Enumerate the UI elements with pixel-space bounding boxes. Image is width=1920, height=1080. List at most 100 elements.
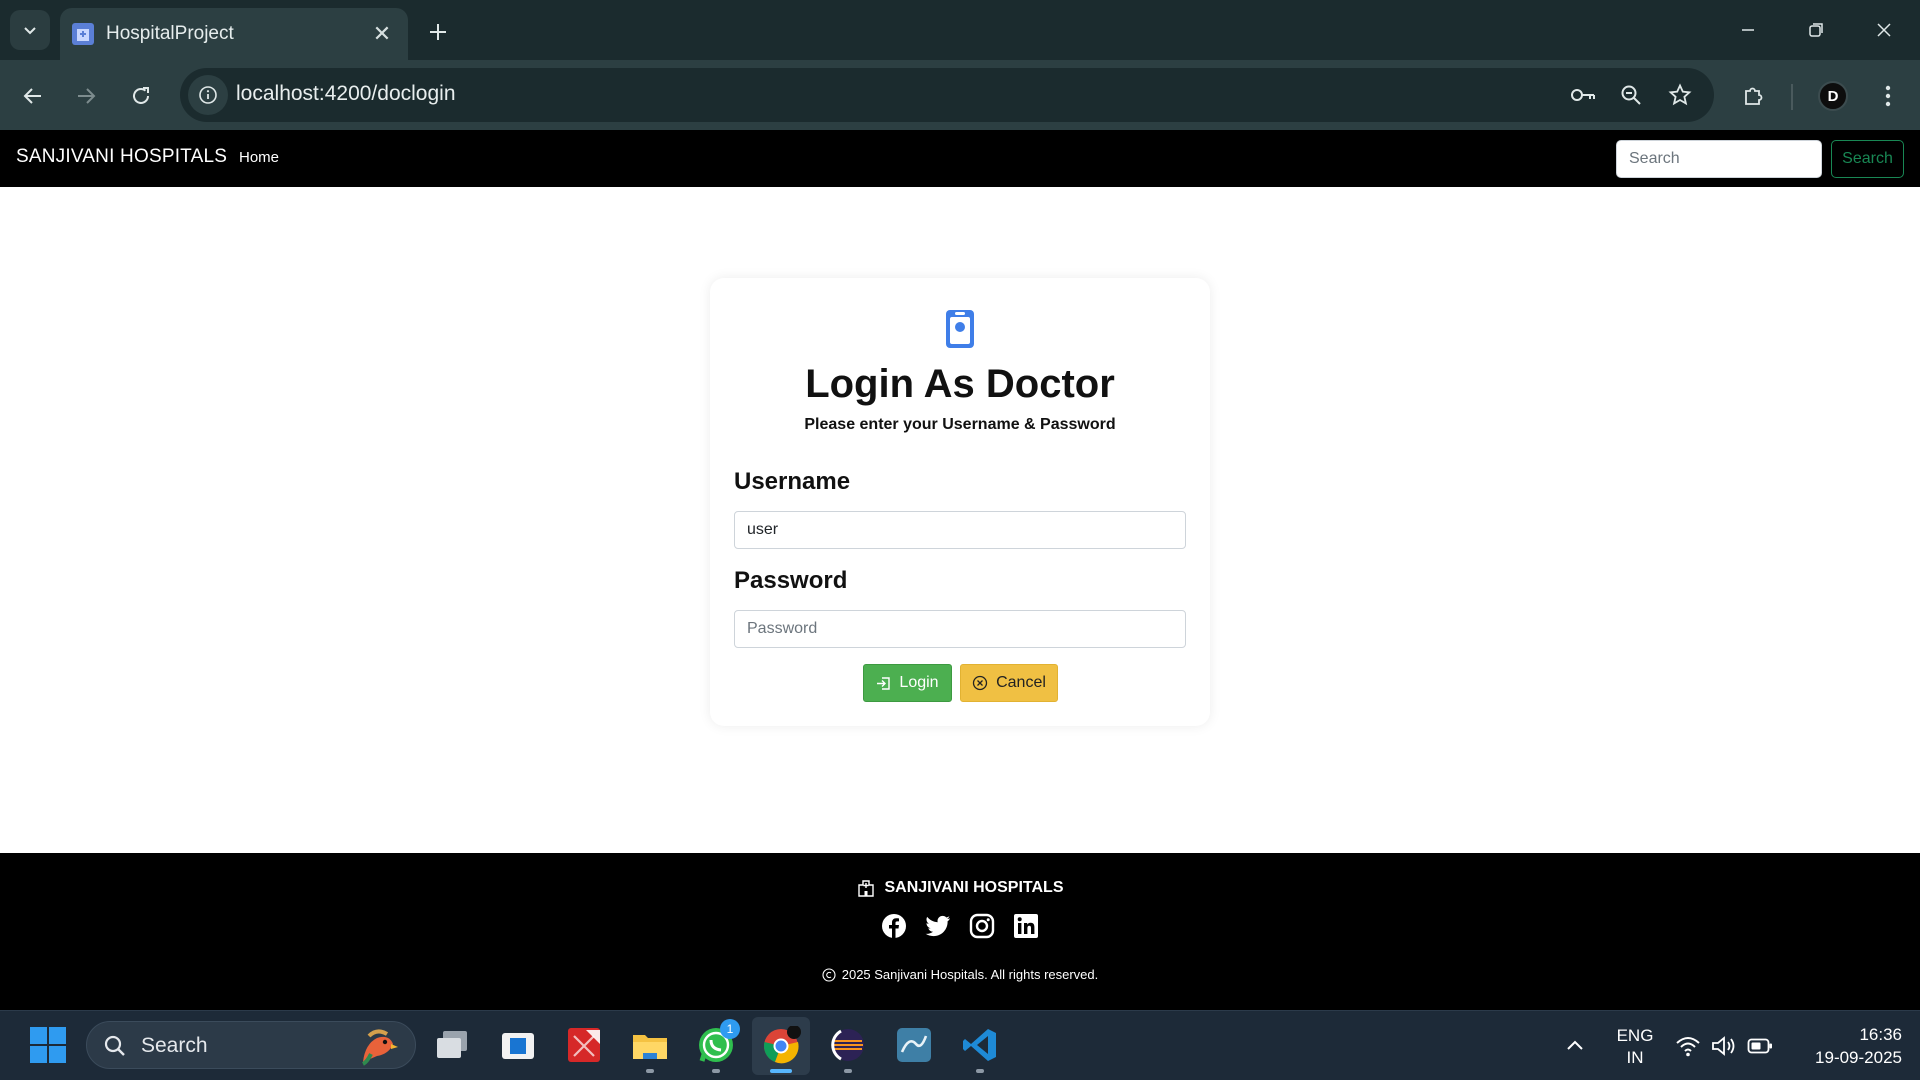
arrow-left-icon bbox=[23, 88, 41, 104]
navbar-search-button[interactable]: Search bbox=[1831, 140, 1904, 178]
close-icon bbox=[1877, 23, 1891, 37]
clock-date: 19-09-2025 bbox=[1815, 1048, 1902, 1067]
page-title: Login As Doctor bbox=[805, 362, 1115, 406]
password-input[interactable] bbox=[734, 610, 1186, 648]
restore-icon bbox=[1809, 23, 1823, 37]
windows-start-button[interactable] bbox=[30, 1027, 66, 1063]
footer-brand: SANJIVANI HOSPITALS bbox=[0, 879, 1920, 897]
profile-button[interactable]: D bbox=[1811, 74, 1855, 118]
taskbar-mysql-workbench[interactable] bbox=[892, 1023, 936, 1067]
pdf-icon bbox=[568, 1028, 600, 1062]
taskbar-search[interactable]: Search bbox=[86, 1021, 416, 1069]
chrome-icon bbox=[763, 1026, 801, 1064]
restore-button[interactable] bbox=[1794, 12, 1838, 48]
bookmark-button[interactable] bbox=[1663, 78, 1697, 112]
navbar-brand[interactable]: SANJIVANI HOSPITALS bbox=[16, 146, 227, 168]
zoom-button[interactable] bbox=[1614, 78, 1648, 112]
cancel-button[interactable]: Cancel bbox=[960, 664, 1058, 702]
mysql-workbench-icon bbox=[897, 1028, 931, 1062]
reload-button[interactable] bbox=[119, 74, 163, 118]
info-icon bbox=[199, 86, 217, 104]
wifi-button[interactable] bbox=[1674, 1033, 1702, 1059]
taskbar-task-view[interactable] bbox=[430, 1023, 474, 1067]
input-language[interactable]: ENG IN bbox=[1610, 1025, 1660, 1069]
browser-menu-button[interactable] bbox=[1866, 74, 1910, 118]
social-links bbox=[0, 913, 1920, 939]
reload-icon bbox=[133, 87, 149, 104]
cancel-button-label: Cancel bbox=[996, 674, 1046, 691]
close-window-button[interactable] bbox=[1862, 12, 1906, 48]
address-bar[interactable]: localhost:4200/doclogin bbox=[180, 68, 1714, 122]
chevron-down-icon bbox=[24, 27, 36, 35]
clock-time: 16:36 bbox=[1859, 1025, 1902, 1044]
linkedin-icon[interactable] bbox=[1013, 913, 1039, 939]
volume-icon bbox=[1712, 1036, 1735, 1056]
vscode-icon bbox=[963, 1029, 996, 1061]
star-icon bbox=[1668, 83, 1692, 106]
twitter-icon[interactable] bbox=[925, 913, 951, 939]
browser-toolbar: localhost:4200/doclogin D bbox=[0, 60, 1920, 130]
tab-search-button[interactable] bbox=[10, 10, 50, 50]
copyright: 2025 Sanjivani Hospitals. All rights res… bbox=[0, 967, 1920, 982]
vscode-running-indicator bbox=[976, 1069, 984, 1073]
windows-taskbar: Search 1 ENG IN 16:36 19-09-2025 bbox=[0, 1010, 1920, 1080]
taskbar-app-store[interactable] bbox=[496, 1023, 540, 1067]
password-key-button[interactable] bbox=[1566, 78, 1600, 112]
more-vertical-icon bbox=[1885, 85, 1891, 107]
hospital-favicon-icon bbox=[72, 23, 94, 45]
search-icon bbox=[104, 1035, 125, 1056]
password-label: Password bbox=[734, 567, 848, 594]
site-info-button[interactable] bbox=[188, 75, 228, 115]
wifi-icon bbox=[1676, 1037, 1700, 1057]
taskbar-file-explorer[interactable] bbox=[628, 1023, 672, 1067]
id-badge-icon bbox=[946, 310, 974, 348]
file-explorer-running-indicator bbox=[646, 1069, 654, 1073]
toolbar-divider bbox=[1791, 84, 1793, 110]
sign-in-icon bbox=[877, 676, 891, 690]
region-code: IN bbox=[1626, 1048, 1644, 1067]
arrow-right-icon bbox=[78, 88, 96, 104]
folder-icon bbox=[633, 1035, 667, 1059]
forward-button[interactable] bbox=[64, 74, 108, 118]
taskbar-whatsapp[interactable]: 1 bbox=[694, 1019, 740, 1067]
browser-tab-active[interactable]: HospitalProject ✕ bbox=[60, 8, 408, 60]
site-footer: SANJIVANI HOSPITALS 2025 Sanjivani Hospi… bbox=[0, 853, 1920, 1010]
extensions-button[interactable] bbox=[1731, 74, 1775, 118]
nav-home-link[interactable]: Home bbox=[239, 149, 279, 166]
bird-mascot-icon bbox=[361, 1029, 398, 1066]
login-button[interactable]: Login bbox=[863, 664, 952, 702]
eclipse-running-indicator bbox=[844, 1069, 852, 1073]
language-code: ENG bbox=[1616, 1026, 1654, 1045]
browser-tab-bar: HospitalProject ✕ bbox=[0, 0, 1920, 60]
taskbar-chrome[interactable] bbox=[752, 1017, 810, 1075]
username-input[interactable] bbox=[734, 511, 1186, 549]
zoom-out-icon bbox=[1621, 85, 1641, 105]
minimize-icon bbox=[1742, 29, 1754, 31]
back-button[interactable] bbox=[11, 74, 55, 118]
chevron-up-icon bbox=[1567, 1040, 1583, 1050]
task-view-icon bbox=[437, 1031, 467, 1058]
battery-button[interactable] bbox=[1746, 1033, 1774, 1059]
puzzle-icon bbox=[1745, 87, 1763, 105]
windows-logo-icon bbox=[30, 1027, 47, 1044]
instagram-icon[interactable] bbox=[969, 913, 995, 939]
facebook-icon[interactable] bbox=[881, 913, 907, 939]
avatar: D bbox=[1818, 81, 1848, 111]
plus-icon bbox=[430, 24, 446, 40]
new-tab-button[interactable] bbox=[420, 14, 456, 50]
minimize-button[interactable] bbox=[1726, 12, 1770, 48]
tray-overflow-button[interactable] bbox=[1563, 1031, 1587, 1059]
copyright-text: 2025 Sanjivani Hospitals. All rights res… bbox=[841, 967, 1099, 982]
navbar-search-input[interactable] bbox=[1616, 140, 1822, 178]
url-text[interactable]: localhost:4200/doclogin bbox=[236, 82, 456, 106]
x-circle-icon bbox=[972, 675, 988, 691]
taskbar-eclipse[interactable] bbox=[826, 1023, 870, 1067]
app-navbar: SANJIVANI HOSPITALS Home Search bbox=[0, 130, 1920, 187]
system-clock[interactable]: 16:36 19-09-2025 bbox=[1790, 1023, 1902, 1069]
taskbar-vscode[interactable] bbox=[958, 1023, 1002, 1067]
volume-button[interactable] bbox=[1710, 1033, 1738, 1059]
taskbar-pdf-app[interactable] bbox=[562, 1023, 606, 1067]
whatsapp-running-indicator bbox=[712, 1069, 720, 1073]
whatsapp-notification-badge: 1 bbox=[720, 1019, 740, 1039]
close-tab-icon[interactable]: ✕ bbox=[370, 21, 394, 47]
